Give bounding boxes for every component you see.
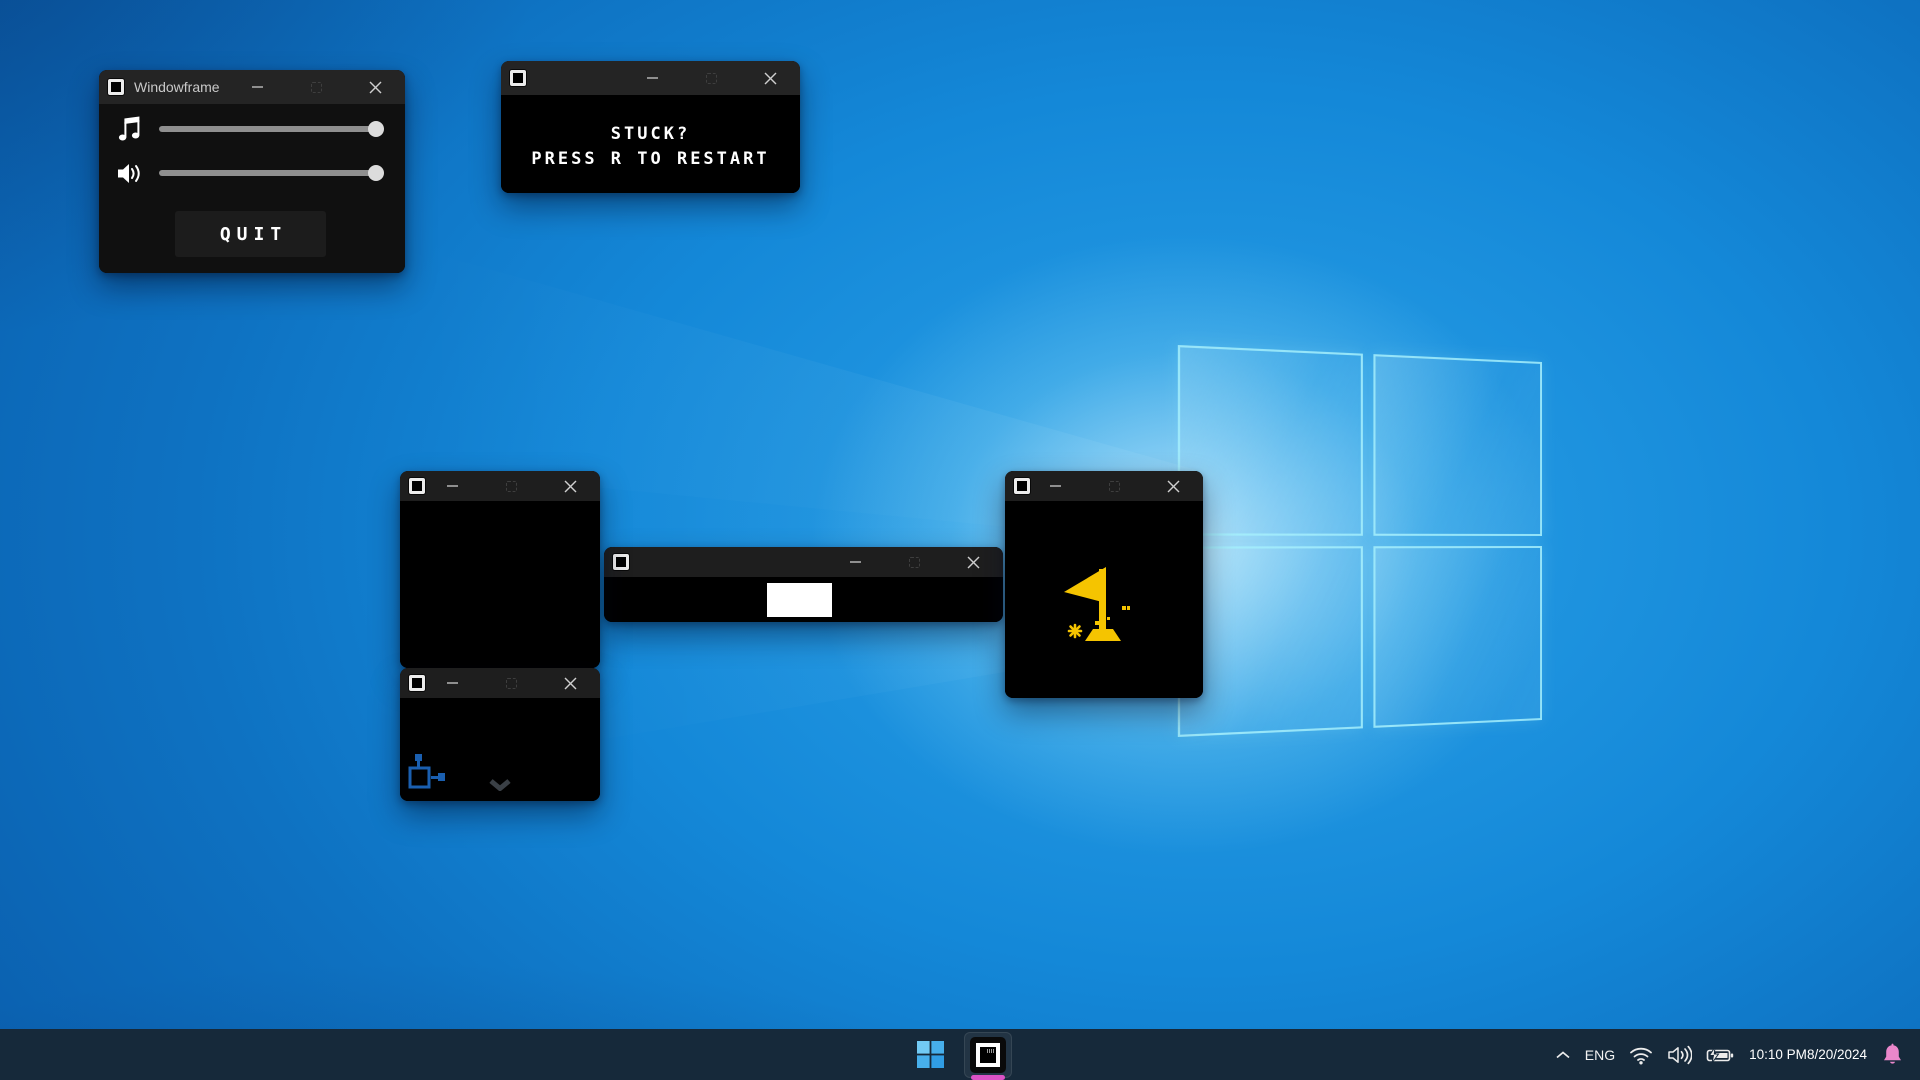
chevron-up-icon (1555, 1050, 1571, 1060)
notification-bell-button[interactable] (1875, 1029, 1910, 1080)
close-button[interactable] (552, 471, 588, 501)
maximize-button[interactable] (298, 70, 334, 104)
window-stuck-hint: STUCK? PRESS R TO RESTART (501, 61, 800, 193)
window-frame-icon (613, 554, 629, 570)
windows-logo-pane (1373, 546, 1542, 728)
battery-charging-icon (1706, 1046, 1734, 1064)
titlebar[interactable] (604, 547, 1003, 577)
titlebar[interactable]: Windowframe (99, 70, 405, 104)
desktop: Windowframe (0, 0, 1920, 1080)
windows-logo (1178, 345, 1542, 737)
wifi-icon (1629, 1045, 1653, 1065)
window-frame-icon (108, 79, 124, 95)
titlebar[interactable] (400, 668, 600, 698)
window-shaft (400, 471, 600, 668)
window-exit-room (400, 668, 600, 801)
language-label: ENG (1585, 1047, 1615, 1063)
titlebar[interactable] (501, 61, 800, 95)
maximize-button[interactable] (693, 61, 729, 95)
tray-chevron-up-button[interactable] (1548, 1029, 1578, 1080)
wifi-button[interactable] (1622, 1029, 1660, 1080)
stuck-text-line1: STUCK? (611, 124, 690, 144)
clock-date: 8/20/2024 (1807, 1047, 1867, 1063)
window-corridor (604, 547, 1003, 622)
minimize-button[interactable] (239, 70, 275, 104)
maximize-button[interactable] (1096, 471, 1132, 501)
level-map-icon (406, 754, 446, 794)
window-title: Windowframe (134, 79, 220, 95)
active-app-indicator (971, 1075, 1005, 1080)
taskbar-app-windowframe[interactable] (964, 1032, 1012, 1078)
goal-flag-icon (1055, 543, 1145, 643)
clock[interactable]: 10:10 PM 8/20/2024 (1741, 1029, 1875, 1080)
language-indicator[interactable]: ENG (1578, 1029, 1622, 1080)
window-frame-icon (1014, 478, 1030, 494)
clock-time: 10:10 PM (1749, 1047, 1807, 1063)
volume-button[interactable] (1660, 1029, 1699, 1080)
close-button[interactable] (955, 547, 991, 577)
chevron-down-icon (489, 779, 511, 791)
sound-slider-track[interactable] (159, 170, 381, 176)
minimize-button[interactable] (837, 547, 873, 577)
bell-icon (1882, 1043, 1903, 1067)
titlebar[interactable] (1005, 471, 1203, 501)
minimize-button[interactable] (434, 471, 470, 501)
windowframe-app-icon (970, 1037, 1006, 1073)
window-frame-icon (510, 70, 526, 86)
speaker-icon (117, 161, 147, 186)
windows-logo-pane (1178, 546, 1363, 737)
close-button[interactable] (752, 61, 788, 95)
music-slider-handle[interactable] (368, 121, 384, 137)
window-settings: Windowframe (99, 70, 405, 273)
start-button[interactable] (908, 1033, 952, 1077)
titlebar[interactable] (400, 471, 600, 501)
taskbar: ENG (0, 1029, 1920, 1080)
close-button[interactable] (357, 70, 393, 104)
sound-slider-handle[interactable] (368, 165, 384, 181)
battery-button[interactable] (1699, 1029, 1741, 1080)
window-frame-icon (409, 478, 425, 494)
maximize-button[interactable] (493, 668, 529, 698)
quit-button[interactable]: QUIT (175, 211, 326, 257)
windows-start-icon (917, 1041, 944, 1068)
window-goal-room (1005, 471, 1203, 698)
close-button[interactable] (552, 668, 588, 698)
close-button[interactable] (1155, 471, 1191, 501)
window-frame-icon (409, 675, 425, 691)
windows-logo-pane (1373, 354, 1542, 536)
player-block (767, 583, 832, 617)
minimize-button[interactable] (434, 668, 470, 698)
minimize-button[interactable] (634, 61, 670, 95)
music-slider-track[interactable] (159, 126, 381, 132)
stuck-text-line2: PRESS R TO RESTART (531, 149, 769, 169)
music-note-icon (117, 116, 147, 143)
windows-logo-pane (1178, 345, 1363, 536)
minimize-button[interactable] (1037, 471, 1073, 501)
volume-icon (1667, 1045, 1692, 1065)
maximize-button[interactable] (493, 471, 529, 501)
maximize-button[interactable] (896, 547, 932, 577)
